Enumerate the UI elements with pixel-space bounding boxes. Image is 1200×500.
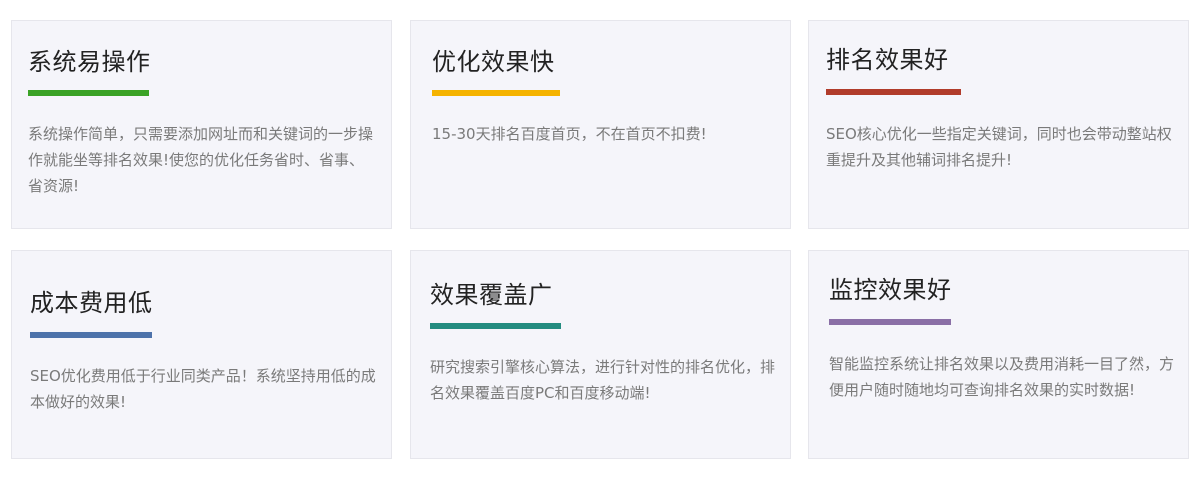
feature-card-easy-operation: 系统易操作 系统操作简单，只需要添加网址而和关键词的一步操作就能坐等排名效果!使…	[11, 20, 392, 229]
feature-accent-bar	[28, 90, 149, 96]
feature-card-fast-results: 优化效果快 15-30天排名百度首页，不在首页不扣费!	[410, 20, 791, 229]
feature-card-good-monitoring: 监控效果好 智能监控系统让排名效果以及费用消耗一目了然，方便用户随时随地均可查询…	[808, 250, 1189, 459]
feature-title: 优化效果快	[432, 48, 555, 76]
feature-grid: 系统易操作 系统操作简单，只需要添加网址而和关键词的一步操作就能坐等排名效果!使…	[0, 0, 1200, 500]
feature-card-wide-coverage: 效果覆盖广 研究搜索引擎核心算法，进行针对性的排名优化，排名效果覆盖百度PC和百…	[410, 250, 791, 459]
feature-description: 智能监控系统让排名效果以及费用消耗一目了然，方便用户随时随地均可查询排名效果的实…	[829, 355, 1175, 399]
feature-description: 系统操作简单，只需要添加网址而和关键词的一步操作就能坐等排名效果!使您的优化任务…	[28, 125, 374, 195]
feature-description: 研究搜索引擎核心算法，进行针对性的排名优化，排名效果覆盖百度PC和百度移动端!	[430, 358, 776, 402]
feature-title: 监控效果好	[829, 276, 952, 304]
feature-title: 成本费用低	[30, 289, 153, 317]
feature-description: SEO优化费用低于行业同类产品！系统坚持用低的成本做好的效果!	[30, 367, 376, 411]
feature-description: 15-30天排名百度首页，不在首页不扣费!	[432, 125, 707, 143]
feature-title: 排名效果好	[826, 46, 949, 74]
feature-accent-bar	[829, 319, 951, 325]
feature-title: 系统易操作	[28, 48, 151, 76]
feature-title: 效果覆盖广	[430, 281, 553, 309]
feature-description: SEO核心优化一些指定关键词，同时也会带动整站权重提升及其他辅词排名提升!	[826, 125, 1172, 169]
feature-accent-bar	[432, 90, 560, 96]
feature-accent-bar	[826, 89, 961, 95]
feature-accent-bar	[430, 323, 561, 329]
feature-accent-bar	[30, 332, 152, 338]
feature-card-low-cost: 成本费用低 SEO优化费用低于行业同类产品！系统坚持用低的成本做好的效果!	[11, 250, 392, 459]
feature-card-good-ranking: 排名效果好 SEO核心优化一些指定关键词，同时也会带动整站权重提升及其他辅词排名…	[808, 20, 1189, 229]
